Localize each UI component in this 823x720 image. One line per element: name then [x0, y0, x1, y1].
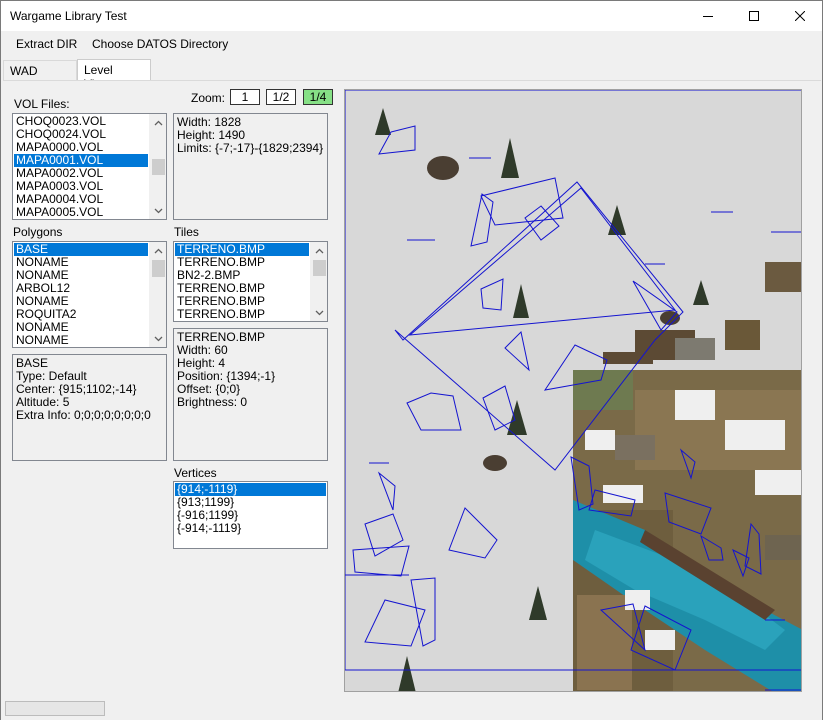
app-window: Wargame Library Test Extract DIR Choose …	[0, 0, 823, 720]
zoom-quarter-label: 1/4	[309, 90, 327, 104]
tiles-list[interactable]: TERRENO.BMP TERRENO.BMP BN2-2.BMP TERREN…	[173, 241, 328, 322]
list-item[interactable]: MAPA0005.VOL	[14, 206, 148, 219]
tiles-scrollbar[interactable]	[310, 242, 327, 321]
map-limits: Limits: {-7;-17}-{1829;2394}	[177, 141, 324, 155]
maximize-icon	[749, 11, 759, 21]
vol-files-label: VOL Files:	[14, 97, 70, 111]
list-item[interactable]: {-914;-1119}	[175, 522, 326, 535]
list-item[interactable]: TERRENO.BMP	[175, 308, 309, 321]
chevron-down-icon	[154, 336, 163, 341]
tile-brightness: Brightness: 0	[177, 395, 248, 409]
vol-files-scrollbar[interactable]	[149, 114, 166, 219]
polygons-label: Polygons	[13, 225, 63, 239]
zoom-half-label: 1/2	[272, 90, 290, 104]
scroll-thumb[interactable]	[152, 159, 165, 175]
polygons-list[interactable]: BASE NONAME NONAME ARBOL12 NONAME ROQUIT…	[12, 241, 167, 348]
chevron-up-icon	[154, 248, 163, 253]
zoom-label: Zoom:	[191, 91, 226, 105]
tab-strip: WAD Viewer Level Viewer	[1, 57, 822, 92]
vertices-list[interactable]: {914;-1119} {913;1199} {-916;1199} {-914…	[173, 481, 328, 549]
zoom-quarter-button[interactable]: 1/4	[303, 89, 333, 105]
menu-bar: Extract DIR Choose DATOS Directory	[1, 31, 499, 57]
chevron-down-icon	[315, 310, 324, 315]
zoom-1-button[interactable]: 1	[230, 89, 260, 105]
list-item[interactable]: NONAME	[14, 334, 148, 347]
menu-extract-dir[interactable]: Extract DIR	[16, 37, 77, 51]
chevron-up-icon	[315, 248, 324, 253]
menu-choose-datos-directory[interactable]: Choose DATOS Directory	[92, 37, 228, 51]
scroll-thumb[interactable]	[152, 260, 165, 277]
maximize-button[interactable]	[731, 1, 777, 31]
polygon-extra-info: Extra Info: 0;0;0;0;0;0;0;0	[16, 408, 151, 422]
progress-bar	[5, 701, 105, 716]
scroll-up-button[interactable]	[150, 242, 166, 259]
vol-files-list[interactable]: CHOQ0023.VOL CHOQ0024.VOL MAPA0000.VOL M…	[12, 113, 167, 220]
tile-info-panel: TERRENO.BMP Width: 60 Height: 4 Position…	[173, 328, 328, 461]
tab-wad-viewer[interactable]: WAD Viewer	[3, 60, 77, 92]
title-bar[interactable]: Wargame Library Test	[1, 1, 822, 31]
tiles-label: Tiles	[174, 225, 199, 239]
terrain-area	[573, 370, 801, 691]
polygon-info-panel: BASE Type: Default Center: {915;1102;-14…	[12, 354, 167, 461]
polygons-scrollbar[interactable]	[149, 242, 166, 347]
scroll-down-button[interactable]	[311, 304, 327, 321]
scroll-down-button[interactable]	[150, 202, 166, 219]
zoom-half-button[interactable]: 1/2	[266, 89, 296, 105]
close-button[interactable]	[777, 1, 823, 31]
scroll-up-button[interactable]	[150, 114, 166, 131]
minimize-button[interactable]	[685, 1, 731, 31]
level-map-view[interactable]	[344, 89, 802, 692]
minimize-icon	[703, 16, 713, 17]
scroll-up-button[interactable]	[311, 242, 327, 259]
window-title: Wargame Library Test	[10, 9, 127, 23]
status-bar	[1, 698, 822, 720]
scroll-down-button[interactable]	[150, 330, 166, 347]
scroll-thumb[interactable]	[313, 260, 326, 276]
map-info-panel: Width: 1828 Height: 1490 Limits: {-7;-17…	[173, 113, 328, 220]
vertices-label: Vertices	[174, 466, 217, 480]
zoom-1-label: 1	[241, 90, 249, 104]
chevron-down-icon	[154, 208, 163, 213]
chevron-up-icon	[154, 120, 163, 125]
close-icon	[795, 11, 805, 21]
level-map-canvas[interactable]	[345, 90, 802, 692]
